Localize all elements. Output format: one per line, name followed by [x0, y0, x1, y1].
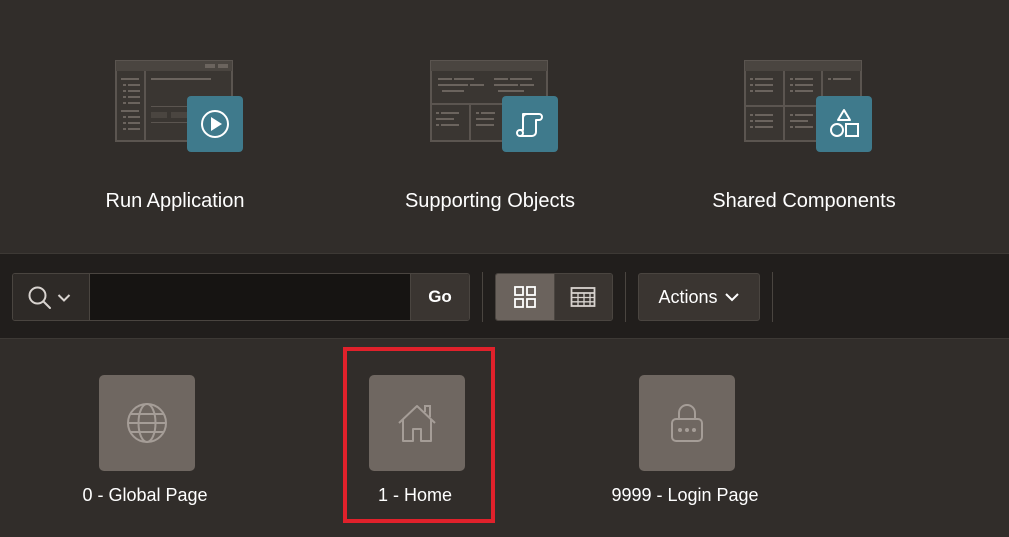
actions-label: Actions [658, 286, 718, 307]
grid-icon [514, 286, 536, 308]
supporting-objects-card[interactable]: Supporting Objects [360, 0, 620, 253]
supporting-objects-label: Supporting Objects [404, 190, 576, 212]
page-card-login[interactable]: 9999 - Login Page [585, 375, 785, 525]
run-application-label: Run Application [105, 190, 245, 212]
page-tile [99, 375, 195, 471]
go-button[interactable]: Go [410, 274, 469, 320]
page-tile [639, 375, 735, 471]
search-icon [28, 286, 51, 309]
toolbar-divider [482, 272, 483, 322]
toolbar-divider [772, 272, 773, 322]
table-icon [570, 287, 596, 307]
globe-icon [127, 403, 167, 443]
page-label-global: 0 - Global Page [82, 485, 208, 505]
toolbar-divider [625, 272, 626, 322]
page-tile [369, 375, 465, 471]
chevron-down-icon [57, 294, 71, 302]
view-icons-button[interactable] [496, 274, 554, 320]
run-application-card[interactable]: Run Application [45, 0, 305, 253]
pages-grid: 0 - Global Page 1 - Home 9999 - Login Pa… [0, 339, 1009, 537]
scroll-icon [502, 96, 558, 152]
page-toolbar: Go Actions [0, 253, 1009, 339]
search-options-toggle[interactable] [13, 274, 90, 320]
home-icon [398, 405, 436, 442]
search-group: Go [12, 273, 470, 321]
page-card-home[interactable]: 1 - Home [315, 375, 515, 525]
page-label-login: 9999 - Login Page [611, 485, 759, 505]
view-report-button[interactable] [554, 274, 612, 320]
page-label-home: 1 - Home [377, 485, 453, 505]
shapes-icon [816, 96, 872, 152]
chevron-down-icon [724, 293, 739, 302]
play-icon [187, 96, 243, 152]
actions-menu-button[interactable]: Actions [638, 273, 760, 321]
shared-components-label: Shared Components [712, 190, 896, 212]
search-input[interactable] [90, 274, 410, 320]
shared-components-card[interactable]: Shared Components [674, 0, 934, 253]
lock-icon [671, 404, 703, 442]
view-toggle-group [495, 273, 613, 321]
hero-section: Run Application Supporting Objects Share… [0, 0, 1009, 253]
page-card-global[interactable]: 0 - Global Page [45, 375, 245, 525]
